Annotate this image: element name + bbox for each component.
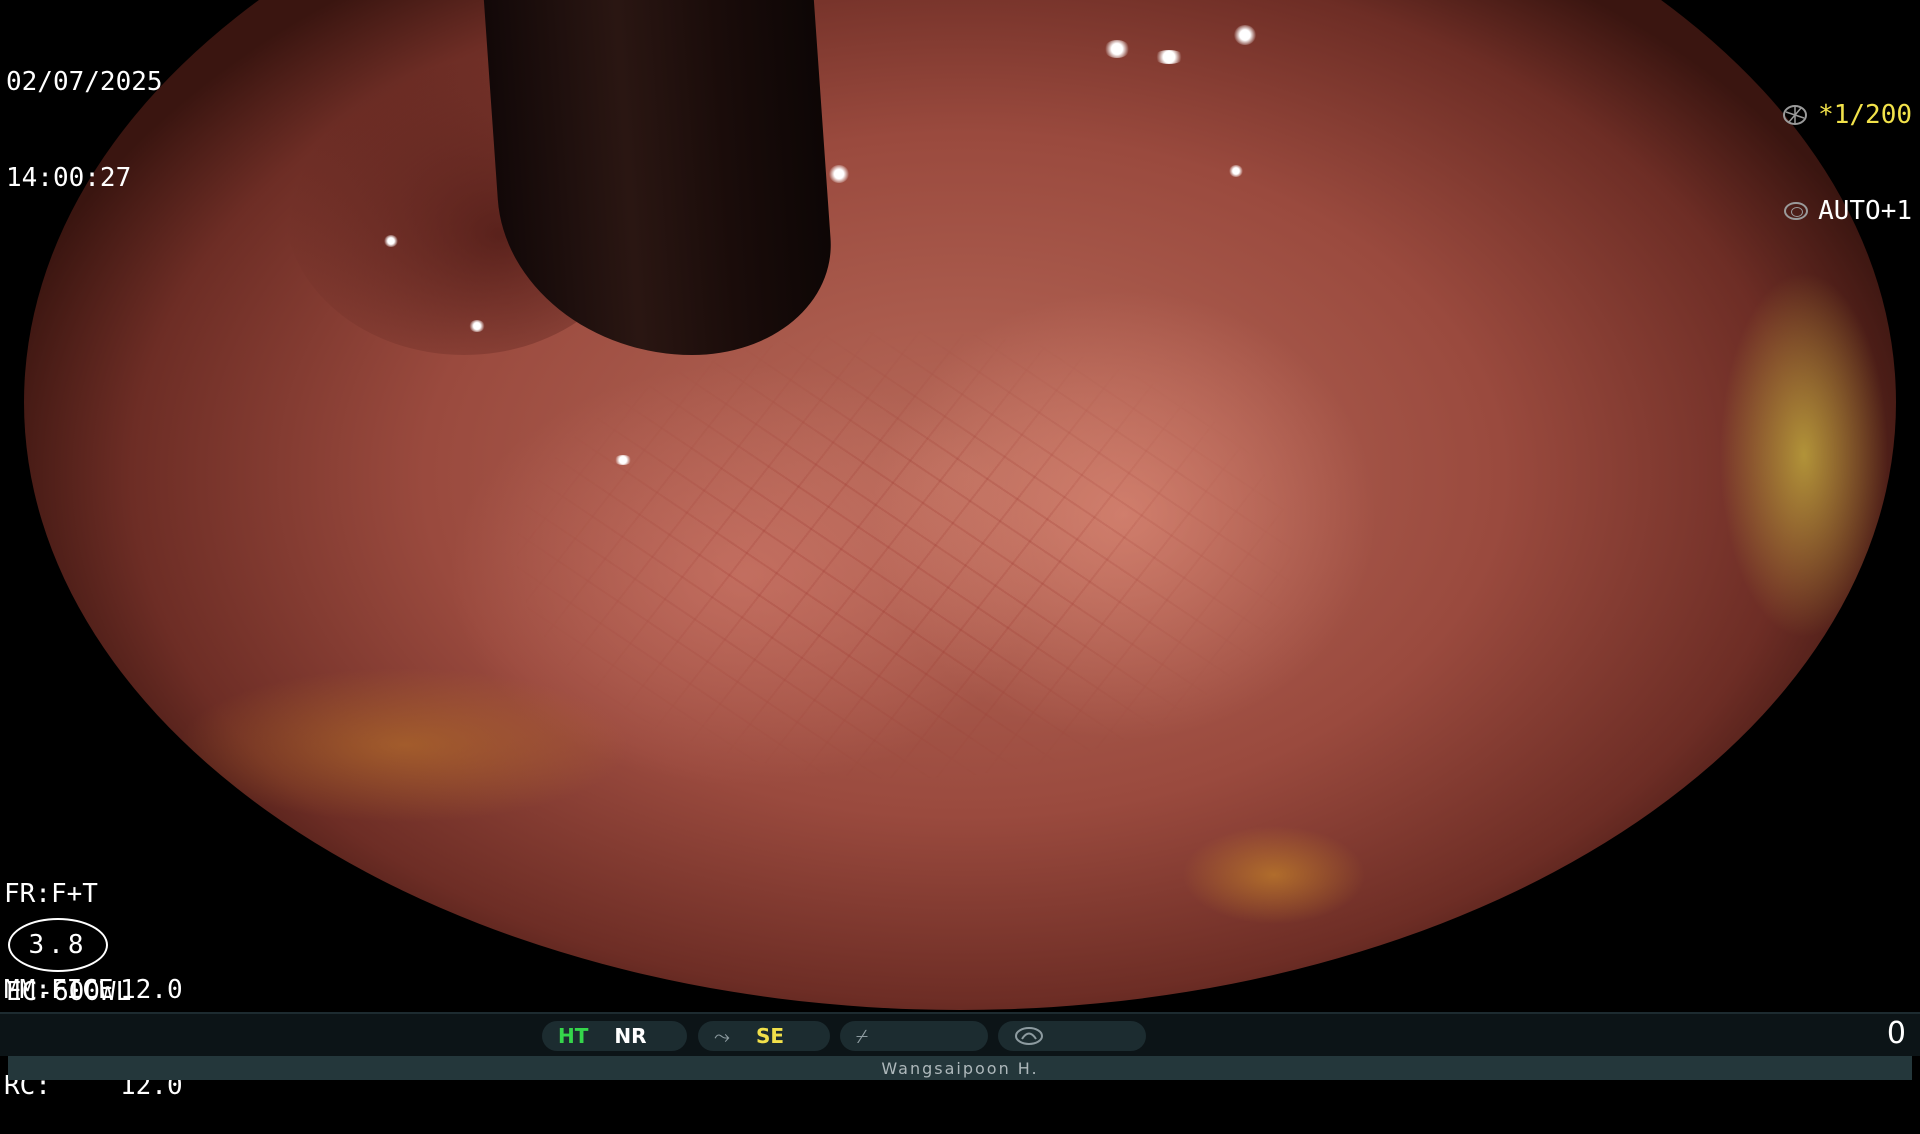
shutter-speed: *1/200 [1818, 100, 1912, 130]
aperture-icon [1783, 105, 1808, 125]
scope-model: EC-600WL [6, 977, 132, 1007]
light-reflection [384, 235, 398, 247]
time-text: 14:00:27 [6, 163, 132, 193]
endoscopic-view [24, 0, 1896, 1010]
light-reflection [1234, 25, 1256, 45]
light-reflection [829, 165, 849, 183]
scope-number-badge: 3.8 [8, 918, 108, 972]
status-bar: HT NR ⤳ SE ⌿ [0, 1012, 1920, 1056]
color-mode-pill[interactable]: ⌿ [840, 1021, 988, 1051]
operator-name: Wangsaipoon H. [8, 1056, 1912, 1080]
light-mode-pill[interactable] [998, 1021, 1146, 1051]
nr-indicator: NR [614, 1024, 647, 1048]
processing-info: FR:F+T MM:FICE RC: [4, 814, 114, 1134]
light-reflection [1819, 700, 1829, 710]
exposure-ring-icon [1784, 202, 1809, 220]
date-text: 02/07/2025 [6, 67, 163, 97]
ht-indicator: HT [558, 1024, 589, 1048]
light-reflection [1229, 165, 1243, 177]
fr-setting: FR:F+T [4, 879, 98, 909]
lamp-icon [1015, 1027, 1043, 1045]
light-reflection [1104, 40, 1130, 58]
slash-icon: ⌿ [856, 1024, 868, 1048]
exposure-readout: *1/200 AUTO+1 [1782, 35, 1912, 259]
light-reflection [1154, 50, 1184, 64]
datetime-readout: 02/07/2025 14:00:27 [6, 2, 163, 226]
se-indicator: SE [756, 1024, 785, 1048]
tilde-arrow-icon: ⤳ [714, 1024, 730, 1048]
image-counter: 0 [1886, 1016, 1906, 1051]
exposure-mode: AUTO+1 [1818, 196, 1912, 226]
light-reflection [469, 320, 485, 332]
structure-enhance-pill[interactable]: ⤳ SE [698, 1021, 830, 1051]
light-reflection [614, 455, 632, 465]
image-mode-pill[interactable]: HT NR [542, 1021, 687, 1051]
